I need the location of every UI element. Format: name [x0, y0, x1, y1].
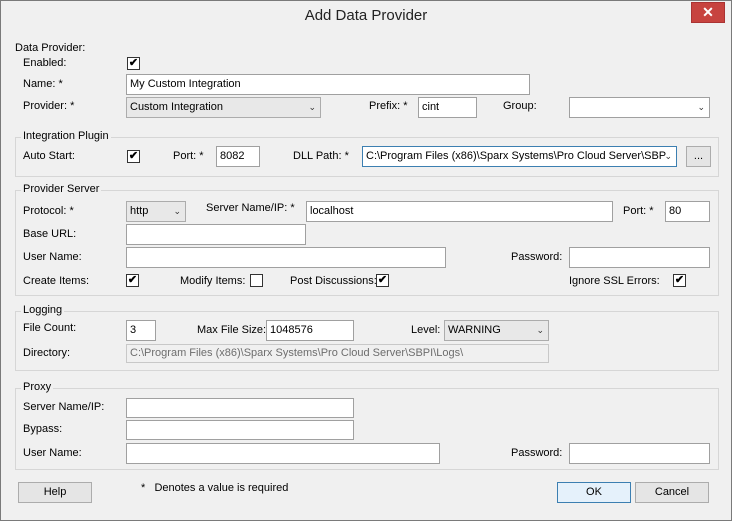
provider-server-title: Provider Server: [21, 183, 102, 195]
logging-title: Logging: [21, 304, 65, 316]
level-label: Level:: [411, 324, 441, 336]
server-port-label: Port: *: [623, 205, 654, 217]
provider-label: Provider: *: [23, 100, 75, 112]
proxy-password-input[interactable]: [569, 443, 710, 464]
bypass-label: Bypass:: [23, 423, 63, 435]
max-file-size-label: Max File Size:: [197, 324, 267, 336]
cancel-button[interactable]: Cancel: [635, 482, 709, 503]
file-count-input[interactable]: 3: [126, 320, 156, 341]
post-discussions-checkbox[interactable]: ✔: [376, 274, 389, 287]
server-name-input[interactable]: localhost: [306, 201, 613, 222]
protocol-label: Protocol: *: [23, 205, 74, 217]
server-user-name-input[interactable]: [126, 247, 446, 268]
plugin-port-input[interactable]: 8082: [216, 146, 260, 167]
proxy-server-input[interactable]: [126, 398, 354, 418]
close-button[interactable]: ✕: [691, 2, 725, 23]
chevron-down-icon: ⌄: [173, 206, 181, 216]
browse-dll-button[interactable]: ...: [686, 146, 711, 167]
server-password-input[interactable]: [569, 247, 710, 268]
group-label: Group:: [503, 100, 537, 112]
auto-start-label: Auto Start:: [23, 150, 75, 162]
enabled-checkbox[interactable]: ✔: [127, 57, 140, 70]
integration-plugin-title: Integration Plugin: [21, 130, 111, 142]
directory-label: Directory:: [23, 347, 71, 359]
level-select[interactable]: WARNING ⌄: [444, 320, 549, 341]
name-label: Name: *: [23, 78, 63, 90]
create-items-checkbox[interactable]: ✔: [126, 274, 139, 287]
ok-button[interactable]: OK: [557, 482, 631, 503]
proxy-user-name-label: User Name:: [23, 447, 82, 459]
proxy-user-name-input[interactable]: [126, 443, 440, 464]
proxy-title: Proxy: [21, 381, 54, 393]
dll-path-select[interactable]: C:\Program Files (x86)\Sparx Systems\Pro…: [362, 146, 677, 167]
data-provider-section-label: Data Provider:: [15, 42, 86, 54]
directory-input[interactable]: C:\Program Files (x86)\Sparx Systems\Pro…: [126, 344, 549, 363]
ignore-ssl-label: Ignore SSL Errors:: [569, 275, 660, 287]
create-items-label: Create Items:: [23, 275, 90, 287]
modify-items-checkbox[interactable]: [250, 274, 263, 287]
chevron-down-icon: ⌄: [308, 102, 316, 112]
group-select[interactable]: ⌄: [569, 97, 710, 118]
required-note: * Denotes a value is required: [141, 482, 289, 494]
max-file-size-input[interactable]: 1048576: [266, 320, 354, 341]
title-bar: Add Data Provider ✕: [1, 1, 731, 31]
modify-items-label: Modify Items:: [180, 275, 246, 287]
chevron-down-icon: ⌄: [697, 102, 705, 112]
dialog-title: Add Data Provider: [304, 7, 428, 24]
prefix-label: Prefix: *: [369, 100, 408, 112]
bypass-input[interactable]: [126, 420, 354, 440]
server-user-name-label: User Name:: [23, 251, 82, 263]
server-port-input[interactable]: 80: [665, 201, 710, 222]
protocol-select[interactable]: http ⌄: [126, 201, 186, 222]
base-url-label: Base URL:: [23, 228, 77, 240]
chevron-down-icon: ⌄: [664, 151, 672, 161]
ignore-ssl-checkbox[interactable]: ✔: [673, 274, 686, 287]
enabled-label: Enabled:: [23, 57, 67, 69]
server-password-label: Password:: [511, 251, 563, 263]
file-count-label: File Count:: [23, 322, 77, 334]
auto-start-checkbox[interactable]: ✔: [127, 150, 140, 163]
provider-select[interactable]: Custom Integration ⌄: [126, 97, 321, 118]
server-name-label: Server Name/IP: *: [206, 202, 295, 214]
help-button[interactable]: Help: [18, 482, 92, 503]
proxy-password-label: Password:: [511, 447, 563, 459]
prefix-input[interactable]: cint: [418, 97, 477, 118]
name-input[interactable]: My Custom Integration: [126, 74, 530, 95]
plugin-port-label: Port: *: [173, 150, 204, 162]
chevron-down-icon: ⌄: [536, 325, 544, 335]
base-url-input[interactable]: [126, 224, 306, 245]
proxy-server-label: Server Name/IP:: [23, 401, 105, 413]
add-data-provider-dialog: Add Data Provider ✕ Data Provider: Enabl…: [0, 0, 732, 521]
post-discussions-label: Post Discussions:: [290, 275, 377, 287]
dll-path-label: DLL Path: *: [293, 150, 349, 162]
